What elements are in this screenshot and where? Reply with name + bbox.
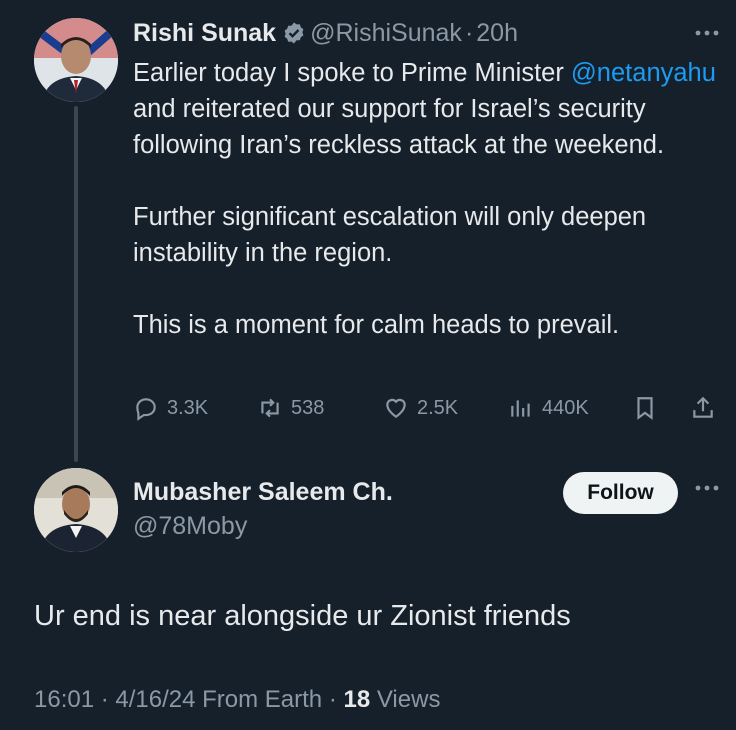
share-icon [693, 396, 713, 418]
reply-views-count: 18 [343, 686, 371, 713]
reply-text: Ur end is near alongside ur Zionist frie… [34, 600, 571, 632]
reply-timestamp[interactable]: 16:01 · 4/16/24 From Earth · [34, 686, 343, 713]
body-text-start: Earlier today I spoke to Prime Minister [133, 59, 564, 87]
like-count: 2.5K [417, 396, 459, 419]
tweet-header: Rishi Sunak @RishiSunak · 20h [133, 18, 518, 48]
more-icon[interactable] [694, 18, 720, 44]
heart-icon [386, 398, 406, 418]
follow-button[interactable]: Follow [563, 472, 678, 514]
share-button[interactable] [690, 392, 724, 424]
reply-count: 3.3K [167, 396, 209, 419]
reply-author-name[interactable]: Mubasher Saleem Ch. [133, 478, 393, 507]
avatar[interactable] [34, 18, 118, 102]
body-text-rest: and reiterated our support for Israel’s … [133, 95, 665, 159]
bookmark-icon [637, 397, 653, 420]
tweet-text: Earlier today I spoke to Prime Minister … [133, 55, 723, 343]
mention-link[interactable]: @netanyahu [571, 59, 716, 87]
repost-icon [261, 398, 279, 418]
verified-badge-icon [284, 22, 304, 44]
bookmark-button[interactable] [632, 392, 666, 424]
reply-meta: 16:01 · 4/16/24 From Earth · 18 Views [34, 686, 440, 714]
reply-author-handle[interactable]: @78Moby [133, 512, 247, 541]
body-paragraph-3: This is a moment for calm heads to preva… [133, 311, 620, 339]
views-icon [511, 400, 530, 417]
tweet-time[interactable]: 20h [476, 19, 518, 47]
reply-avatar[interactable] [34, 468, 118, 552]
thread-line [74, 106, 78, 462]
reply-button[interactable]: 3.3K [133, 392, 208, 424]
author-handle[interactable]: @RishiSunak [310, 19, 462, 47]
views-button[interactable]: 440K [508, 392, 589, 424]
author-name[interactable]: Rishi Sunak [133, 19, 276, 47]
reply-icon [136, 398, 156, 421]
body-paragraph-2: Further significant escalation will only… [133, 203, 647, 267]
separator: · [464, 19, 474, 47]
like-button[interactable]: 2.5K [383, 392, 458, 424]
reply-views-label: Views [370, 686, 441, 713]
repost-button[interactable]: 538 [257, 392, 324, 424]
repost-count: 538 [291, 396, 325, 419]
reply-more-icon[interactable] [694, 480, 720, 498]
views-count: 440K [542, 396, 589, 419]
